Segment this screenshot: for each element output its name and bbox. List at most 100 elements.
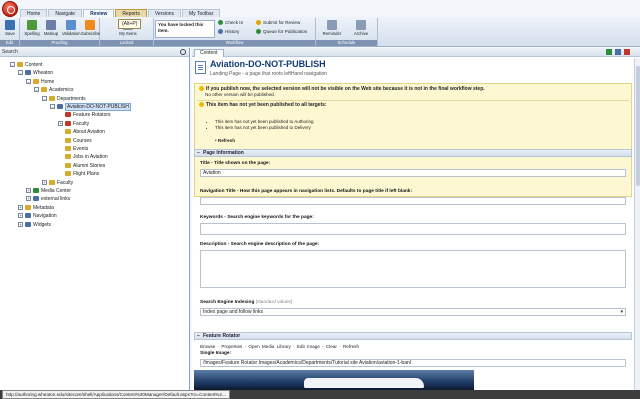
- airplane-image: [304, 378, 424, 388]
- description-field[interactable]: [200, 250, 626, 288]
- tree-item[interactable]: + Faculty: [42, 179, 73, 187]
- tree-item-label: Widgets: [33, 221, 52, 228]
- options-icon[interactable]: [624, 49, 630, 55]
- flag-icon[interactable]: [606, 49, 612, 55]
- expand-toggle-icon[interactable]: +: [18, 221, 23, 227]
- navigate-icon[interactable]: [615, 49, 621, 55]
- markup-label: Markup: [43, 31, 59, 36]
- tree-item-selected[interactable]: – Aviation-DO-NOT-PUBLISH: [50, 103, 131, 111]
- tree-item[interactable]: Alumni Stories: [58, 162, 105, 170]
- media-actions[interactable]: Browse · Properties · Open Media Library…: [200, 344, 359, 350]
- tree-item-label: Navigation: [33, 213, 57, 220]
- indexing-select[interactable]: Index page and follow links: [200, 308, 626, 316]
- tree-item[interactable]: Events: [58, 145, 88, 153]
- submit-for-review-button[interactable]: Submit for Review: [256, 19, 300, 26]
- expand-toggle-icon[interactable]: –: [42, 95, 47, 101]
- expand-toggle-icon[interactable]: –: [34, 87, 39, 93]
- folder-icon: [65, 112, 71, 118]
- section-page-information[interactable]: Page Information: [194, 149, 632, 157]
- tree-item[interactable]: – Academics: [34, 86, 73, 94]
- expand-toggle-icon[interactable]: –: [50, 104, 55, 109]
- folder-icon: [65, 171, 71, 177]
- keywords-field[interactable]: [200, 223, 626, 235]
- markup-button[interactable]: Markup: [43, 20, 59, 36]
- group-proofing: Spelling Markup Validation Subscribe Pro…: [20, 18, 100, 46]
- tree-item[interactable]: Feature Rotators: [58, 111, 111, 119]
- tab-content[interactable]: Content: [194, 49, 224, 57]
- reminder-icon: [327, 20, 337, 30]
- tree-item[interactable]: – Home: [26, 78, 54, 86]
- subscribe-label: Subscribe: [81, 31, 101, 36]
- tree-item-label: Flight Plans: [73, 171, 100, 178]
- indexing-hint: [standard values]: [255, 300, 293, 305]
- refresh-link[interactable]: • Refresh: [215, 138, 235, 143]
- tree-item[interactable]: + Widgets: [18, 221, 51, 229]
- target-list: This item has not yet been published to …: [215, 119, 314, 131]
- description-label: Description - Search engine description …: [200, 242, 320, 247]
- tree-item-label: Faculty: [73, 120, 90, 127]
- expand-toggle-icon[interactable]: +: [42, 179, 47, 185]
- indexing-label: Search Engine Indexing [standard values]: [200, 300, 292, 306]
- refresh-label: Refresh: [217, 138, 235, 143]
- expand-toggle-icon[interactable]: +: [26, 196, 31, 202]
- target-item: This item has not yet been published to …: [215, 125, 314, 131]
- search-input[interactable]: Search: [0, 48, 189, 57]
- tree-item[interactable]: Flight Plans: [58, 170, 99, 178]
- save-button[interactable]: Save: [2, 20, 18, 36]
- tree-item[interactable]: Jobs in Aviation: [58, 153, 108, 161]
- my-items-label: My Items: [119, 31, 137, 36]
- expand-toggle-icon[interactable]: –: [10, 62, 15, 67]
- item-title: Aviation-DO-NOT-PUBLISH: [210, 59, 326, 69]
- history-button[interactable]: History: [218, 28, 239, 35]
- expand-toggle-icon[interactable]: +: [18, 213, 23, 219]
- tree-item-label: Feature Rotators: [73, 112, 111, 119]
- history-label: History: [225, 29, 240, 34]
- editor-toolbar-icons: [606, 49, 630, 55]
- section-feature-rotator[interactable]: Feature Rotator: [194, 332, 632, 340]
- app-logo-icon[interactable]: [2, 1, 18, 17]
- markup-icon: [46, 20, 56, 30]
- search-icon[interactable]: [180, 49, 186, 55]
- archive-button[interactable]: Archive: [348, 20, 374, 36]
- title-field[interactable]: Aviation: [200, 169, 626, 177]
- expand-toggle-icon[interactable]: +: [26, 188, 31, 193]
- folder-icon: [57, 104, 63, 109]
- validation-label: Validation: [62, 31, 81, 36]
- tree-item[interactable]: + Media Center: [26, 187, 71, 195]
- queue-for-publication-button[interactable]: Queue for Publication: [256, 28, 307, 35]
- tree-item-label: Wheaton: [33, 70, 54, 77]
- tree-item[interactable]: – Departments: [42, 95, 86, 103]
- expand-toggle-icon[interactable]: –: [18, 70, 23, 76]
- tree-item[interactable]: Courses: [58, 137, 92, 145]
- tree-item[interactable]: About Aviation: [58, 128, 105, 136]
- navigation-title-field[interactable]: [200, 197, 626, 205]
- expand-toggle-icon[interactable]: +: [58, 120, 63, 126]
- spelling-button[interactable]: Spelling: [24, 20, 40, 36]
- tree-item[interactable]: + Faculty: [58, 120, 89, 128]
- image-preview: [194, 370, 474, 390]
- tree-item[interactable]: – Wheaton: [18, 69, 53, 77]
- subscribe-button[interactable]: Subscribe: [81, 20, 101, 36]
- scroll-thumb[interactable]: [636, 66, 640, 186]
- item-header: Aviation-DO-NOT-PUBLISH Landing Page - a…: [194, 59, 632, 83]
- validation-button[interactable]: Validation: [62, 20, 81, 36]
- expand-toggle-icon[interactable]: –: [26, 78, 31, 84]
- tree-item[interactable]: – Content: [10, 61, 43, 69]
- group-label-proofing: Proofing: [20, 40, 99, 46]
- reminder-button[interactable]: Reminder: [319, 20, 345, 36]
- queue-icon: [256, 29, 261, 34]
- submit-icon: [256, 20, 261, 25]
- image-path-field[interactable]: /Images/Feature Rotator Images/Academics…: [200, 359, 626, 367]
- tree-item[interactable]: + external links: [26, 195, 70, 203]
- submit-label: Submit for Review: [263, 20, 301, 25]
- tree-item-label: Events: [73, 146, 89, 152]
- check-in-button[interactable]: Check In: [218, 19, 243, 26]
- folder-icon: [17, 62, 23, 67]
- tree-item[interactable]: + Metadata: [18, 204, 54, 212]
- folder-icon: [49, 179, 55, 185]
- tree-item[interactable]: + Navigation: [18, 212, 57, 220]
- expand-toggle-icon[interactable]: +: [18, 204, 23, 210]
- reminder-label: Reminder: [322, 31, 342, 36]
- editor-scrollbar[interactable]: [634, 58, 640, 390]
- folder-icon: [25, 70, 31, 76]
